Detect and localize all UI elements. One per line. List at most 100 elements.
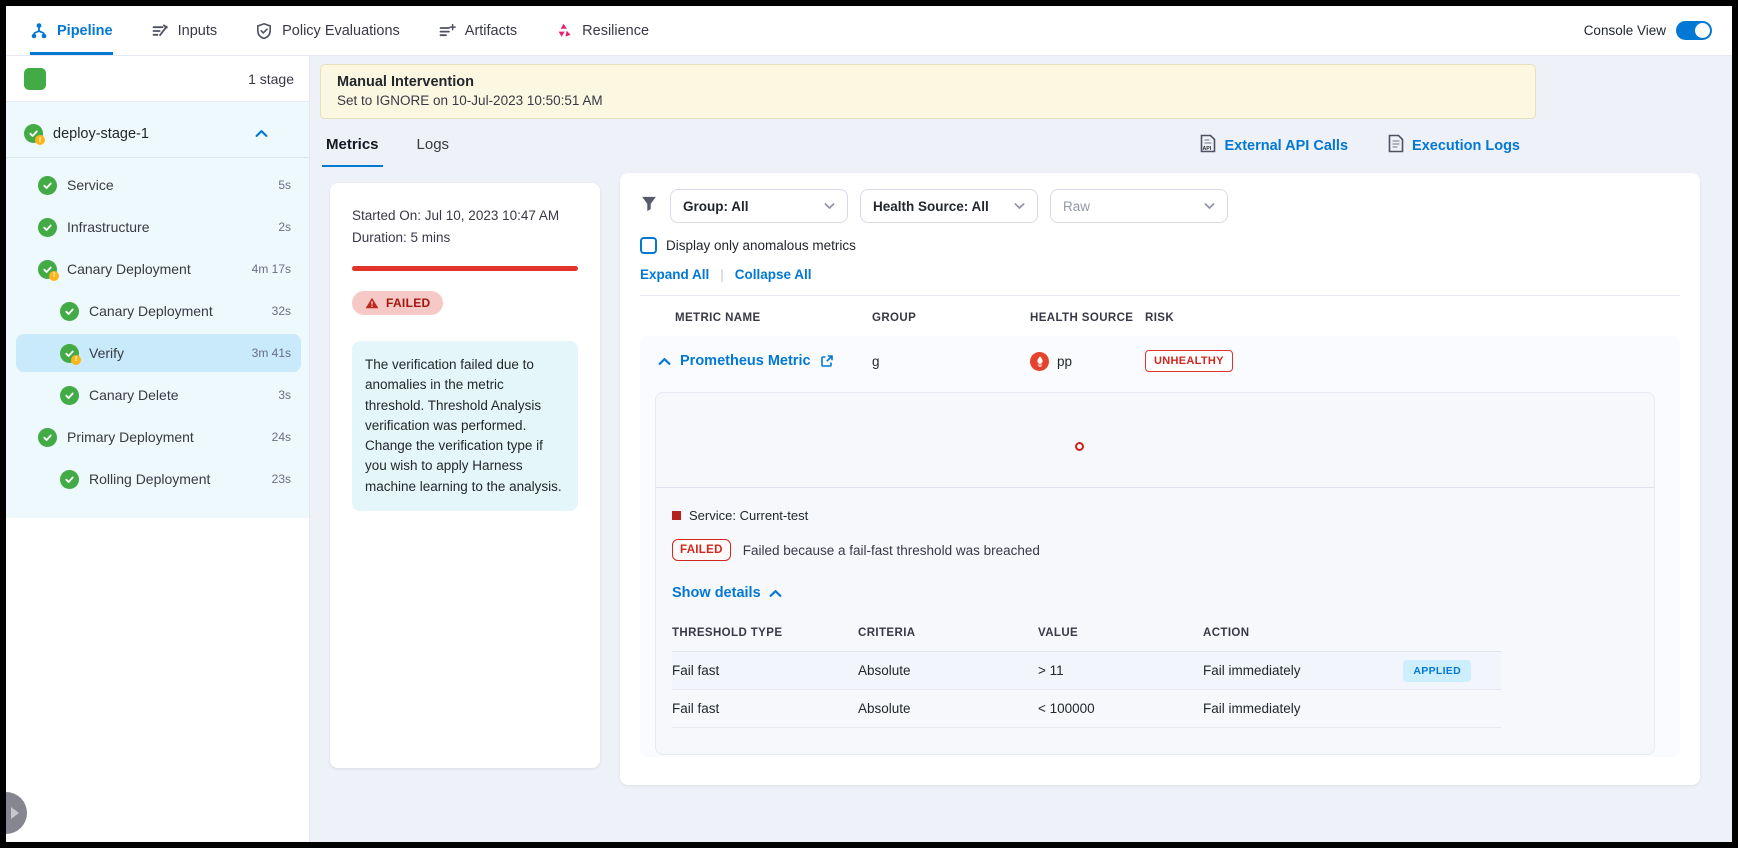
- stage-count: 1 stage: [248, 71, 294, 87]
- legend-label: Service: Current-test: [689, 508, 808, 523]
- execution-sidebar: 1 stage ! deploy-stage-1 Service 5s: [6, 56, 310, 842]
- expand-all-link[interactable]: Expand All: [640, 267, 709, 282]
- step-rolling-deployment[interactable]: Rolling Deployment 23s: [16, 460, 301, 498]
- tab-artifacts[interactable]: Artifacts: [438, 6, 517, 55]
- external-api-calls-link[interactable]: API External API Calls: [1200, 134, 1348, 157]
- risk-badge: UNHEALTHY: [1145, 350, 1233, 372]
- arrow-right-icon: [11, 807, 19, 819]
- metric-health-source-cell: pp: [1030, 352, 1145, 371]
- step-duration: 3m 41s: [252, 346, 291, 360]
- step-duration: 5s: [278, 178, 291, 192]
- thresholds-table: THRESHOLD TYPE CRITERIA VALUE ACTION Fai…: [672, 621, 1501, 728]
- status-success-icon: [38, 176, 57, 195]
- execution-logs-icon: [1388, 134, 1404, 157]
- step-duration: 4m 17s: [252, 262, 291, 276]
- tab-label: Pipeline: [57, 23, 113, 39]
- policy-evaluations-icon: [255, 22, 273, 40]
- status-warning-icon: !: [35, 135, 45, 145]
- step-duration: 2s: [278, 220, 291, 234]
- metrics-content: Started On: Jul 10, 2023 10:47 AM Durati…: [330, 173, 1700, 785]
- toggle-knob: [1695, 23, 1710, 38]
- external-link-icon[interactable]: [820, 354, 834, 368]
- banner-title: Manual Intervention: [337, 74, 1519, 90]
- fail-reason-row: FAILED Failed because a fail-fast thresh…: [672, 539, 1638, 561]
- status-success-warning-icon: !: [60, 344, 79, 363]
- app-window: Pipeline Inputs Policy Evaluations Artif…: [6, 6, 1732, 842]
- chart-legend: Service: Current-test: [672, 508, 1638, 523]
- console-view-label: Console View: [1584, 23, 1666, 38]
- step-canary-deployment-group[interactable]: ! Canary Deployment 4m 17s: [16, 250, 301, 288]
- tab-resilience[interactable]: Resilience: [555, 6, 649, 55]
- filter-row: Group: All Health Source: All Raw: [640, 189, 1680, 223]
- tab-logs[interactable]: Logs: [413, 136, 454, 167]
- status-warning-icon: !: [49, 271, 59, 281]
- chevron-up-icon[interactable]: [658, 357, 671, 366]
- metric-chart: [656, 393, 1654, 488]
- failed-progress-bar: [352, 266, 578, 271]
- tab-pipeline[interactable]: Pipeline: [30, 6, 113, 55]
- tab-label: Resilience: [582, 23, 649, 39]
- anomalous-metrics-label: Display only anomalous metrics: [666, 238, 856, 253]
- manual-intervention-banner: Manual Intervention Set to IGNORE on 10-…: [320, 64, 1536, 119]
- chevron-up-icon: [769, 589, 782, 598]
- health-source-filter-select[interactable]: Health Source: All: [860, 189, 1038, 223]
- raw-filter-select[interactable]: Raw: [1050, 189, 1228, 223]
- execution-tree: ! deploy-stage-1 Service 5s Infrastructu…: [6, 102, 309, 518]
- external-api-calls-icon: API: [1200, 134, 1216, 157]
- chevron-up-icon[interactable]: [255, 125, 268, 143]
- status-success-warning-icon: !: [24, 124, 43, 143]
- verification-summary-card: Started On: Jul 10, 2023 10:47 AM Durati…: [330, 183, 600, 768]
- tab-inputs[interactable]: Inputs: [151, 6, 218, 55]
- content-tabs-row: Metrics Logs API External API Calls Exec…: [322, 123, 1700, 167]
- metrics-panel: Group: All Health Source: All Raw Displa…: [620, 173, 1700, 785]
- main-content: Manual Intervention Set to IGNORE on 10-…: [310, 56, 1732, 842]
- artifacts-icon: [438, 22, 456, 40]
- data-point-marker[interactable]: [1075, 442, 1084, 451]
- thresholds-header: THRESHOLD TYPE CRITERIA VALUE ACTION: [672, 621, 1501, 652]
- chevron-down-icon: [1014, 202, 1025, 210]
- divider: [6, 157, 309, 158]
- legend-swatch: [672, 511, 681, 520]
- stage-name: deploy-stage-1: [53, 126, 149, 142]
- tab-metrics[interactable]: Metrics: [322, 136, 383, 167]
- pipeline-icon: [30, 22, 48, 40]
- step-infrastructure[interactable]: Infrastructure 2s: [16, 208, 301, 246]
- stage-row-deploy-stage-1[interactable]: ! deploy-stage-1: [6, 108, 309, 157]
- step-primary-deployment[interactable]: Primary Deployment 24s: [16, 418, 301, 456]
- table-row[interactable]: Prometheus Metric g pp UNHEALTHY: [640, 336, 1680, 386]
- metric-row-group: Prometheus Metric g pp UNHEALTHY: [640, 336, 1680, 757]
- prometheus-icon: [1030, 352, 1049, 371]
- tab-label: Policy Evaluations: [282, 23, 400, 39]
- tab-policy-evaluations[interactable]: Policy Evaluations: [255, 6, 400, 55]
- step-verify[interactable]: ! Verify 3m 41s: [16, 334, 301, 372]
- log-links: API External API Calls Execution Logs: [1200, 134, 1520, 157]
- stage-status-chip: [24, 68, 46, 90]
- group-filter-select[interactable]: Group: All: [670, 189, 848, 223]
- failed-badge: FAILED: [672, 539, 731, 561]
- metric-name-cell[interactable]: Prometheus Metric: [658, 353, 872, 369]
- table-row: Fail fast Absolute < 100000 Fail immedia…: [672, 690, 1501, 728]
- status-success-icon: [38, 218, 57, 237]
- step-canary-delete[interactable]: Canary Delete 3s: [16, 376, 301, 414]
- banner-subtitle: Set to IGNORE on 10-Jul-2023 10:50:51 AM: [337, 93, 1519, 108]
- status-success-icon: [38, 428, 57, 447]
- metric-name-link[interactable]: Prometheus Metric: [680, 353, 811, 369]
- chevron-down-icon: [1204, 202, 1215, 210]
- expand-collapse-row: Expand All | Collapse All: [640, 267, 1680, 282]
- applied-badge: APPLIED: [1403, 660, 1471, 682]
- step-service[interactable]: Service 5s: [16, 166, 301, 204]
- resilience-icon: [555, 22, 573, 40]
- duration: Duration: 5 mins: [352, 227, 578, 249]
- fail-message: Failed because a fail-fast threshold was…: [743, 543, 1040, 558]
- metric-group-cell: g: [872, 354, 1030, 369]
- collapse-all-link[interactable]: Collapse All: [735, 267, 812, 282]
- execution-logs-link[interactable]: Execution Logs: [1388, 134, 1520, 157]
- sidebar-header: 1 stage: [6, 56, 309, 102]
- step-canary-deployment[interactable]: Canary Deployment 32s: [16, 292, 301, 330]
- status-warning-icon: !: [71, 355, 81, 365]
- metric-risk-cell: UNHEALTHY: [1145, 350, 1680, 372]
- console-view-toggle[interactable]: [1676, 21, 1712, 40]
- step-duration: 23s: [272, 472, 291, 486]
- anomalous-metrics-checkbox[interactable]: [640, 237, 657, 254]
- show-details-link[interactable]: Show details: [672, 585, 1638, 601]
